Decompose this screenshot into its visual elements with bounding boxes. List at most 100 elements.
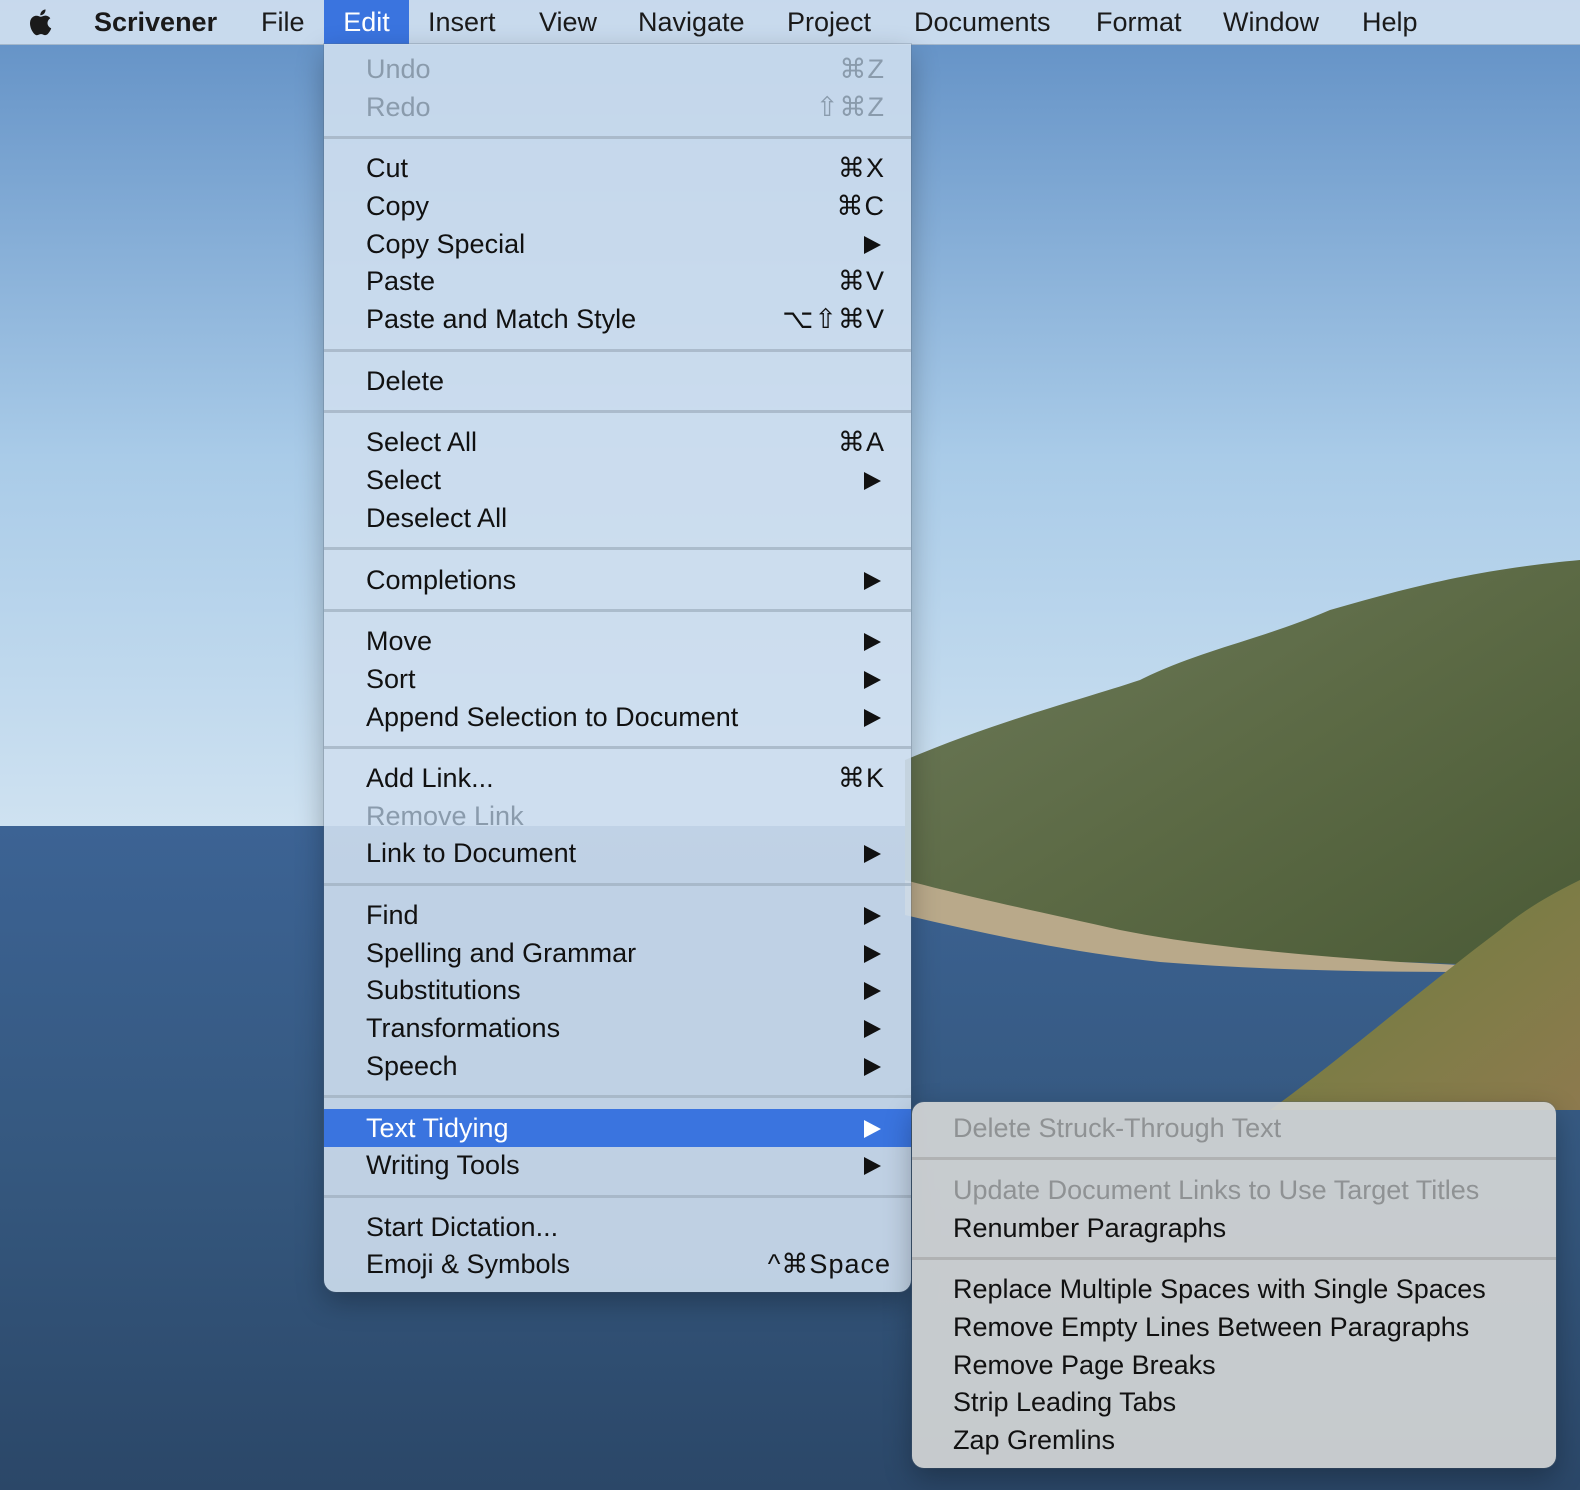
- menu-item-select[interactable]: Select: [324, 461, 911, 499]
- menu-item-label: Copy Special: [366, 229, 526, 259]
- menu-item-label: Move: [366, 626, 433, 656]
- menu-item-start-dictation[interactable]: Start Dictation...: [324, 1208, 911, 1246]
- menubar-window[interactable]: Window: [1223, 0, 1319, 44]
- text-tidying-submenu: Delete Struck-Through Text Update Docume…: [912, 1102, 1556, 1468]
- menu-item-shortcut: ⌘V: [837, 266, 885, 296]
- menubar-help[interactable]: Help: [1362, 0, 1418, 44]
- menu-item-label: Select All: [366, 427, 478, 457]
- menubar-app-name[interactable]: Scrivener: [94, 0, 217, 44]
- menu-item-delete[interactable]: Delete: [324, 362, 911, 400]
- menu-item-label: Append Selection to Document: [366, 702, 739, 732]
- menu-separator: [324, 410, 911, 413]
- submenu-arrow-icon: [864, 1120, 881, 1138]
- menu-item-label: Zap Gremlins: [953, 1425, 1116, 1455]
- menu-item-label: Paste and Match Style: [366, 304, 637, 334]
- submenu-arrow-icon: [864, 572, 881, 590]
- menu-item-paste-and-match-style[interactable]: Paste and Match Style ⌥⇧⌘V: [324, 300, 911, 338]
- menu-item-label: Delete Struck-Through Text: [953, 1113, 1282, 1143]
- menu-item-text-tidying[interactable]: Text Tidying: [324, 1109, 911, 1147]
- submenu-item-strip-leading-tabs[interactable]: Strip Leading Tabs: [912, 1383, 1556, 1421]
- menu-item-remove-link[interactable]: Remove Link: [324, 797, 911, 835]
- menu-item-shortcut: ⌘Z: [839, 54, 885, 84]
- submenu-item-remove-empty-lines[interactable]: Remove Empty Lines Between Paragraphs: [912, 1308, 1556, 1346]
- menu-item-label: Remove Page Breaks: [953, 1350, 1216, 1380]
- submenu-arrow-icon: [864, 709, 881, 727]
- menu-separator: [324, 1095, 911, 1098]
- menu-item-label: Spelling and Grammar: [366, 938, 637, 968]
- apple-logo-glyph: [30, 9, 52, 36]
- menubar-project[interactable]: Project: [787, 0, 871, 44]
- menu-item-label: Sort: [366, 664, 416, 694]
- menubar-file[interactable]: File: [261, 0, 305, 44]
- submenu-arrow-icon: [864, 633, 881, 651]
- menu-item-label: Paste: [366, 266, 436, 296]
- menu-separator: [324, 136, 911, 139]
- menu-item-append-selection[interactable]: Append Selection to Document: [324, 698, 911, 736]
- menu-item-copy[interactable]: Copy ⌘C: [324, 187, 911, 225]
- menu-item-label: Redo: [366, 92, 431, 122]
- menu-item-paste[interactable]: Paste ⌘V: [324, 262, 911, 300]
- menu-item-completions[interactable]: Completions: [324, 561, 911, 599]
- menu-separator: [324, 609, 911, 612]
- menu-item-label: Link to Document: [366, 838, 577, 868]
- menu-item-undo[interactable]: Undo ⌘Z: [324, 50, 911, 88]
- submenu-arrow-icon: [864, 945, 881, 963]
- menubar-documents[interactable]: Documents: [914, 0, 1051, 44]
- menu-item-deselect-all[interactable]: Deselect All: [324, 499, 911, 537]
- menu-item-redo[interactable]: Redo ⇧⌘Z: [324, 88, 911, 126]
- menu-item-find[interactable]: Find: [324, 896, 911, 934]
- menu-item-label: Find: [366, 900, 419, 930]
- submenu-arrow-icon: [864, 236, 881, 254]
- menu-item-speech[interactable]: Speech: [324, 1047, 911, 1085]
- menu-item-label: Completions: [366, 565, 517, 595]
- menu-item-label: Delete: [366, 366, 445, 396]
- menu-bar: Scrivener File Edit Insert View Navigate…: [0, 0, 1580, 45]
- menu-item-label: Substitutions: [366, 975, 521, 1005]
- menu-item-substitutions[interactable]: Substitutions: [324, 971, 911, 1009]
- menu-item-move[interactable]: Move: [324, 622, 911, 660]
- menu-item-select-all[interactable]: Select All ⌘A: [324, 423, 911, 461]
- menu-item-shortcut: ⌘X: [837, 153, 885, 183]
- menubar-navigate[interactable]: Navigate: [638, 0, 745, 44]
- menu-item-label: Deselect All: [366, 503, 508, 533]
- menu-separator: [912, 1257, 1556, 1260]
- menubar-edit[interactable]: Edit: [324, 0, 409, 44]
- menu-item-shortcut: ⌥⇧⌘V: [782, 304, 885, 334]
- menubar-format[interactable]: Format: [1096, 0, 1182, 44]
- submenu-item-zap-gremlins[interactable]: Zap Gremlins: [912, 1421, 1556, 1459]
- submenu-arrow-icon: [864, 982, 881, 1000]
- menu-item-writing-tools[interactable]: Writing Tools: [324, 1146, 911, 1184]
- menu-item-add-link[interactable]: Add Link... ⌘K: [324, 759, 911, 797]
- menu-item-label: Update Document Links to Use Target Titl…: [953, 1175, 1480, 1205]
- submenu-arrow-icon: [864, 472, 881, 490]
- menubar-view[interactable]: View: [539, 0, 597, 44]
- menu-item-label: Renumber Paragraphs: [953, 1213, 1227, 1243]
- menu-separator: [324, 883, 911, 886]
- menu-item-emoji-and-symbols[interactable]: Emoji & Symbols ^⌘Space: [324, 1245, 911, 1283]
- submenu-arrow-icon: [864, 1020, 881, 1038]
- menu-item-spelling-and-grammar[interactable]: Spelling and Grammar: [324, 934, 911, 972]
- menu-separator: [324, 349, 911, 352]
- menu-item-transformations[interactable]: Transformations: [324, 1009, 911, 1047]
- menu-item-shortcut: ⌘K: [837, 763, 885, 793]
- menu-item-label: Replace Multiple Spaces with Single Spac…: [953, 1274, 1486, 1304]
- menu-item-copy-special[interactable]: Copy Special: [324, 225, 911, 263]
- menu-item-sort[interactable]: Sort: [324, 660, 911, 698]
- menu-item-label: Text Tidying: [366, 1113, 509, 1143]
- submenu-item-remove-page-breaks[interactable]: Remove Page Breaks: [912, 1346, 1556, 1384]
- menu-item-label: Strip Leading Tabs: [953, 1387, 1177, 1417]
- menu-item-label: Copy: [366, 191, 430, 221]
- menu-item-label: Select: [366, 465, 442, 495]
- menu-item-shortcut: ⇧⌘Z: [815, 92, 885, 122]
- submenu-item-renumber-paragraphs[interactable]: Renumber Paragraphs: [912, 1209, 1556, 1247]
- submenu-item-update-document-links[interactable]: Update Document Links to Use Target Titl…: [912, 1171, 1556, 1209]
- submenu-arrow-icon: [864, 845, 881, 863]
- apple-logo-icon[interactable]: [24, 4, 58, 40]
- submenu-item-delete-struck-through[interactable]: Delete Struck-Through Text: [912, 1109, 1556, 1147]
- menu-item-cut[interactable]: Cut ⌘X: [324, 149, 911, 187]
- menubar-insert[interactable]: Insert: [428, 0, 496, 44]
- submenu-item-replace-multiple-spaces[interactable]: Replace Multiple Spaces with Single Spac…: [912, 1270, 1556, 1308]
- menu-item-label: Start Dictation...: [366, 1212, 559, 1242]
- menu-item-link-to-document[interactable]: Link to Document: [324, 834, 911, 872]
- menu-item-shortcut: ⌘A: [837, 427, 885, 457]
